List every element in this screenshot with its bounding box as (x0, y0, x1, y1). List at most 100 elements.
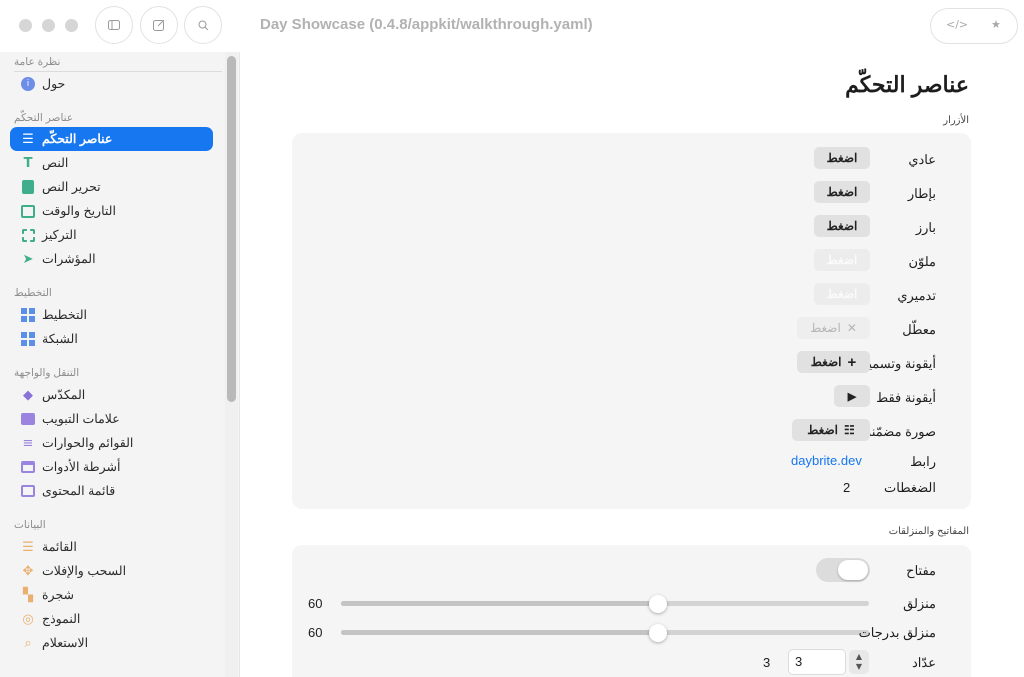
row-label: أيقونة وتسمية (861, 356, 936, 371)
sidebar-section-title: التخطيط (14, 287, 52, 299)
menu-icon: ≡ (22, 435, 34, 451)
minimize-window-button[interactable] (42, 19, 55, 32)
switch-toggle[interactable] (816, 558, 870, 582)
slider-fill (341, 630, 658, 635)
row-label: بإطار (907, 186, 936, 201)
sidebar-item-grid[interactable]: الشبكة (10, 327, 213, 351)
sidebar-scrollbar[interactable] (227, 56, 236, 402)
chevron-down-icon[interactable]: ▼ (856, 662, 862, 672)
sidebar-item-menus-dialogs[interactable]: ≡ القوائم والحوارات (10, 431, 213, 455)
search-icon (198, 20, 208, 30)
row-label: تدميري (897, 288, 936, 303)
content-pane: عناصر التحكّم الأزرار عادي اضغط بإطار اض… (241, 52, 1024, 677)
disabled-button: اضغط ✕ (797, 317, 870, 339)
code-icon[interactable]: </> (946, 18, 968, 31)
sidebar-item-about[interactable]: i حول (10, 72, 213, 96)
cursor-icon: ➤ (22, 251, 34, 267)
stepper-field[interactable]: 3 (788, 649, 846, 675)
button-label: اضغط (810, 355, 842, 369)
destructive-button[interactable]: اضغط (814, 283, 870, 305)
sidebar-item-label: التاريخ والوقت (42, 204, 116, 218)
buttons-card: عادي اضغط بإطار اضغط بارز اضغط ملوّن اضغ… (292, 133, 971, 509)
sidebar-item-drag-drop[interactable]: ✥ السحب والإفلات (10, 559, 213, 583)
stepper-arrows[interactable]: ▲ ▼ (849, 650, 869, 674)
sidebar-item-toolbars[interactable]: أشرطة الأدوات (10, 455, 213, 479)
sidebar-item-label: عناصر التحكّم (42, 132, 113, 146)
sidebar-item-label: القائمة (42, 540, 77, 554)
plain-button[interactable]: اضغط (814, 147, 870, 169)
database-icon: ◎ (22, 611, 34, 627)
sidebar-item-focus[interactable]: التركيز (10, 223, 213, 247)
prominent-button[interactable]: اضغط (814, 215, 870, 237)
sidebar-item-label: التخطيط (42, 308, 88, 322)
window-title: Day Showcase (0.4.8/appkit/walkthrough.y… (260, 16, 593, 33)
chevron-up-icon[interactable]: ▲ (856, 652, 862, 662)
inline-image-button[interactable]: اضغط ☷ (792, 419, 870, 441)
row-label: منزلق (903, 596, 936, 611)
bordered-button[interactable]: اضغط (814, 181, 870, 203)
search-button[interactable] (184, 6, 222, 44)
sidebar-item-tree[interactable]: ▚ شجرة (10, 583, 213, 607)
icon-only-button[interactable]: ▶ (834, 385, 870, 407)
sliders-icon: ☰ (22, 131, 34, 147)
stepped-slider[interactable] (341, 624, 869, 642)
sidebar-item-text-editing[interactable]: تحرير النص (10, 175, 213, 199)
list-icon: ☰ (22, 539, 34, 555)
sidebar-item-label: النص (42, 156, 69, 170)
sidebar-item-model[interactable]: ◎ النموذج (10, 607, 213, 631)
sidebar-item-list[interactable]: ☰ القائمة (10, 535, 213, 559)
slider-thumb[interactable] (648, 624, 667, 642)
title-bar: Day Showcase (0.4.8/appkit/walkthrough.y… (0, 0, 1024, 52)
toolbar-actions: </> ★ (930, 8, 1018, 44)
calendar-icon (20, 203, 36, 219)
sidebar-item-stack[interactable]: ◆ المكدّس (10, 383, 213, 407)
sidebar-item-label: المؤشرات (42, 252, 96, 266)
sidebar-item-controls[interactable]: ☰ عناصر التحكّم (10, 127, 213, 151)
sliders-icon: ☷ (843, 423, 855, 437)
link-button[interactable]: daybrite.dev (791, 453, 862, 468)
slider-value: 60 (308, 596, 323, 611)
sidebar-item-tabs[interactable]: علامات التبويب (10, 407, 213, 431)
play-icon: ▶ (847, 390, 857, 403)
plus-icon: + (847, 353, 857, 371)
sidebar-item-label: القوائم والحوارات (42, 436, 134, 450)
switches-card: مفتاح 60 منزلق 60 منزلق بدرجات 3 3 ▲ ▼ ع… (292, 545, 971, 677)
move-icon: ✥ (22, 563, 34, 579)
button-label: اضغط (810, 321, 841, 335)
sidebar-section-title: البيانات (14, 519, 46, 531)
sidebar-item-content-list[interactable]: قائمة المحتوى (10, 479, 213, 503)
row-label: منزلق بدرجات (858, 625, 936, 640)
star-icon[interactable]: ★ (991, 18, 1001, 31)
sidebar-item-date-time[interactable]: التاريخ والوقت (10, 199, 213, 223)
sidebar-item-text[interactable]: T النص (10, 151, 213, 175)
slider-fill (341, 601, 658, 606)
close-window-button[interactable] (19, 19, 32, 32)
square-pencil-icon (153, 19, 165, 31)
sidebar-item-label: السحب والإفلات (42, 564, 127, 578)
sidebar-icon (108, 20, 120, 30)
edit-document-icon (20, 179, 36, 195)
sidebar-section-title: عناصر التحكّم (14, 112, 74, 124)
sidebar-item-label: شجرة (42, 588, 74, 602)
slider[interactable] (341, 595, 869, 613)
toggle-sidebar-button[interactable] (95, 6, 133, 44)
sidebar-item-layout[interactable]: التخطيط (10, 303, 213, 327)
tinted-button[interactable]: اضغط (814, 249, 870, 271)
sidebar-item-label: علامات التبويب (42, 412, 120, 426)
icon-label-button[interactable]: اضغط + (797, 351, 870, 373)
sidebar-item-query[interactable]: ⌕ الاستعلام (10, 631, 213, 655)
stepped-slider-value: 60 (308, 625, 323, 640)
tabs-icon (20, 411, 36, 427)
sidebar-item-cursors[interactable]: ➤ المؤشرات (10, 247, 213, 271)
text-icon: T (23, 155, 33, 171)
stack-icon: ◆ (23, 387, 33, 403)
row-label: مفتاح (906, 563, 936, 578)
sidebar: نظرة عامة i حول عناصر التحكّم ☰ عناصر ال… (0, 52, 240, 677)
zoom-window-button[interactable] (65, 19, 78, 32)
compose-button[interactable] (140, 6, 178, 44)
tree-icon: ▚ (23, 587, 33, 603)
slider-thumb[interactable] (648, 595, 667, 613)
query-icon: ⌕ (24, 635, 32, 651)
sidebar-section-title: التنقل والواجهة (14, 367, 80, 379)
stepper-value: 3 (763, 655, 771, 670)
